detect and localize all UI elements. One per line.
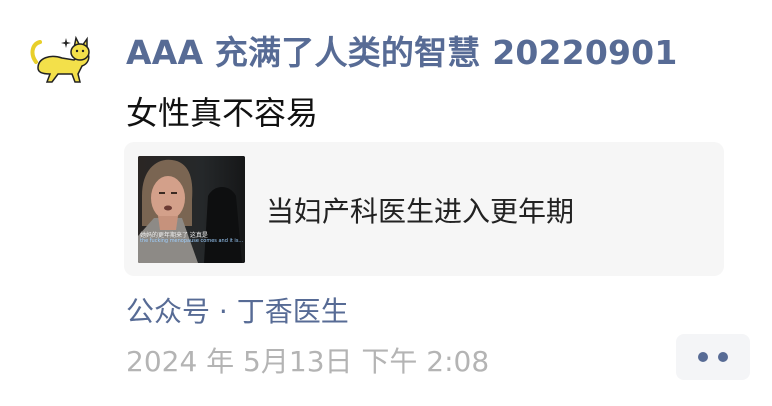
avatar[interactable] <box>30 34 92 90</box>
cat-icon <box>30 35 90 83</box>
more-button[interactable] <box>676 334 750 380</box>
source-link[interactable]: 公众号 · 丁香医生 <box>126 290 349 330</box>
article-thumbnail: 她妈的更年期来了 这真是 the fucking menopause comes… <box>138 156 245 263</box>
link-card-title: 当妇产科医生进入更年期 <box>266 195 575 228</box>
dot <box>698 352 708 362</box>
dot <box>718 352 728 362</box>
link-card[interactable]: 她妈的更年期来了 这真是 the fucking menopause comes… <box>124 142 724 276</box>
post-text: 女性真不容易 <box>126 94 319 132</box>
post-timestamp: 2024 年 5月13日 下午 2:08 <box>126 345 490 378</box>
thumbnail-caption-en: the fucking menopause comes and it is... <box>140 238 244 244</box>
post-author[interactable]: AAA 充满了人类的智慧 20220901 <box>126 26 678 74</box>
